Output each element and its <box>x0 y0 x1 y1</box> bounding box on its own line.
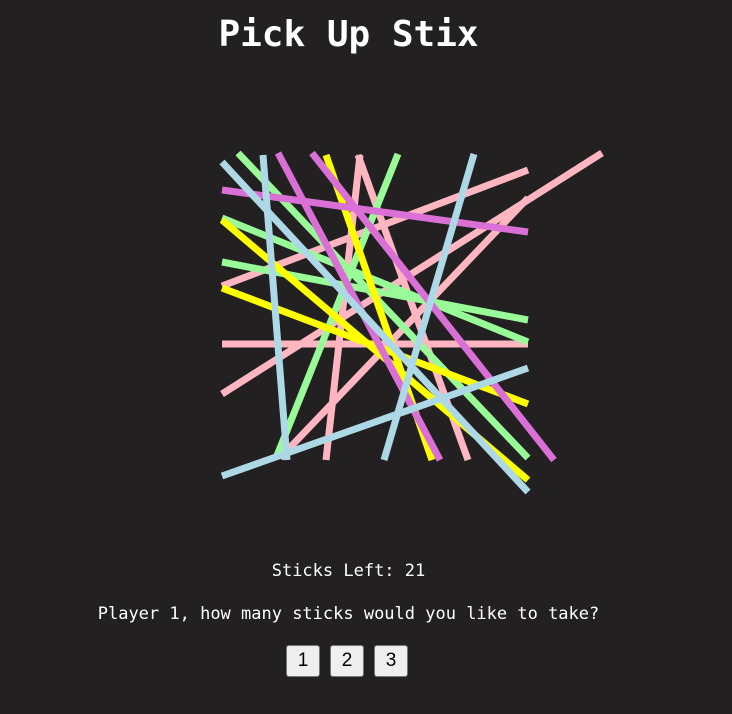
stick[interactable] <box>309 150 557 463</box>
sticks-left-status: Sticks Left: 21 <box>0 561 697 581</box>
sticks-left-count: 21 <box>404 561 426 581</box>
sticks-left-label: Sticks Left: <box>271 561 395 581</box>
turn-prompt: Player 1, how many sticks would you like… <box>97 604 600 624</box>
stick[interactable] <box>224 440 280 455</box>
take-1-button[interactable]: 1 <box>286 645 320 677</box>
stick[interactable] <box>220 364 530 480</box>
take-3-button[interactable]: 3 <box>374 645 408 677</box>
take-choices: 1 2 3 <box>286 645 408 677</box>
take-2-button[interactable]: 2 <box>330 645 364 677</box>
